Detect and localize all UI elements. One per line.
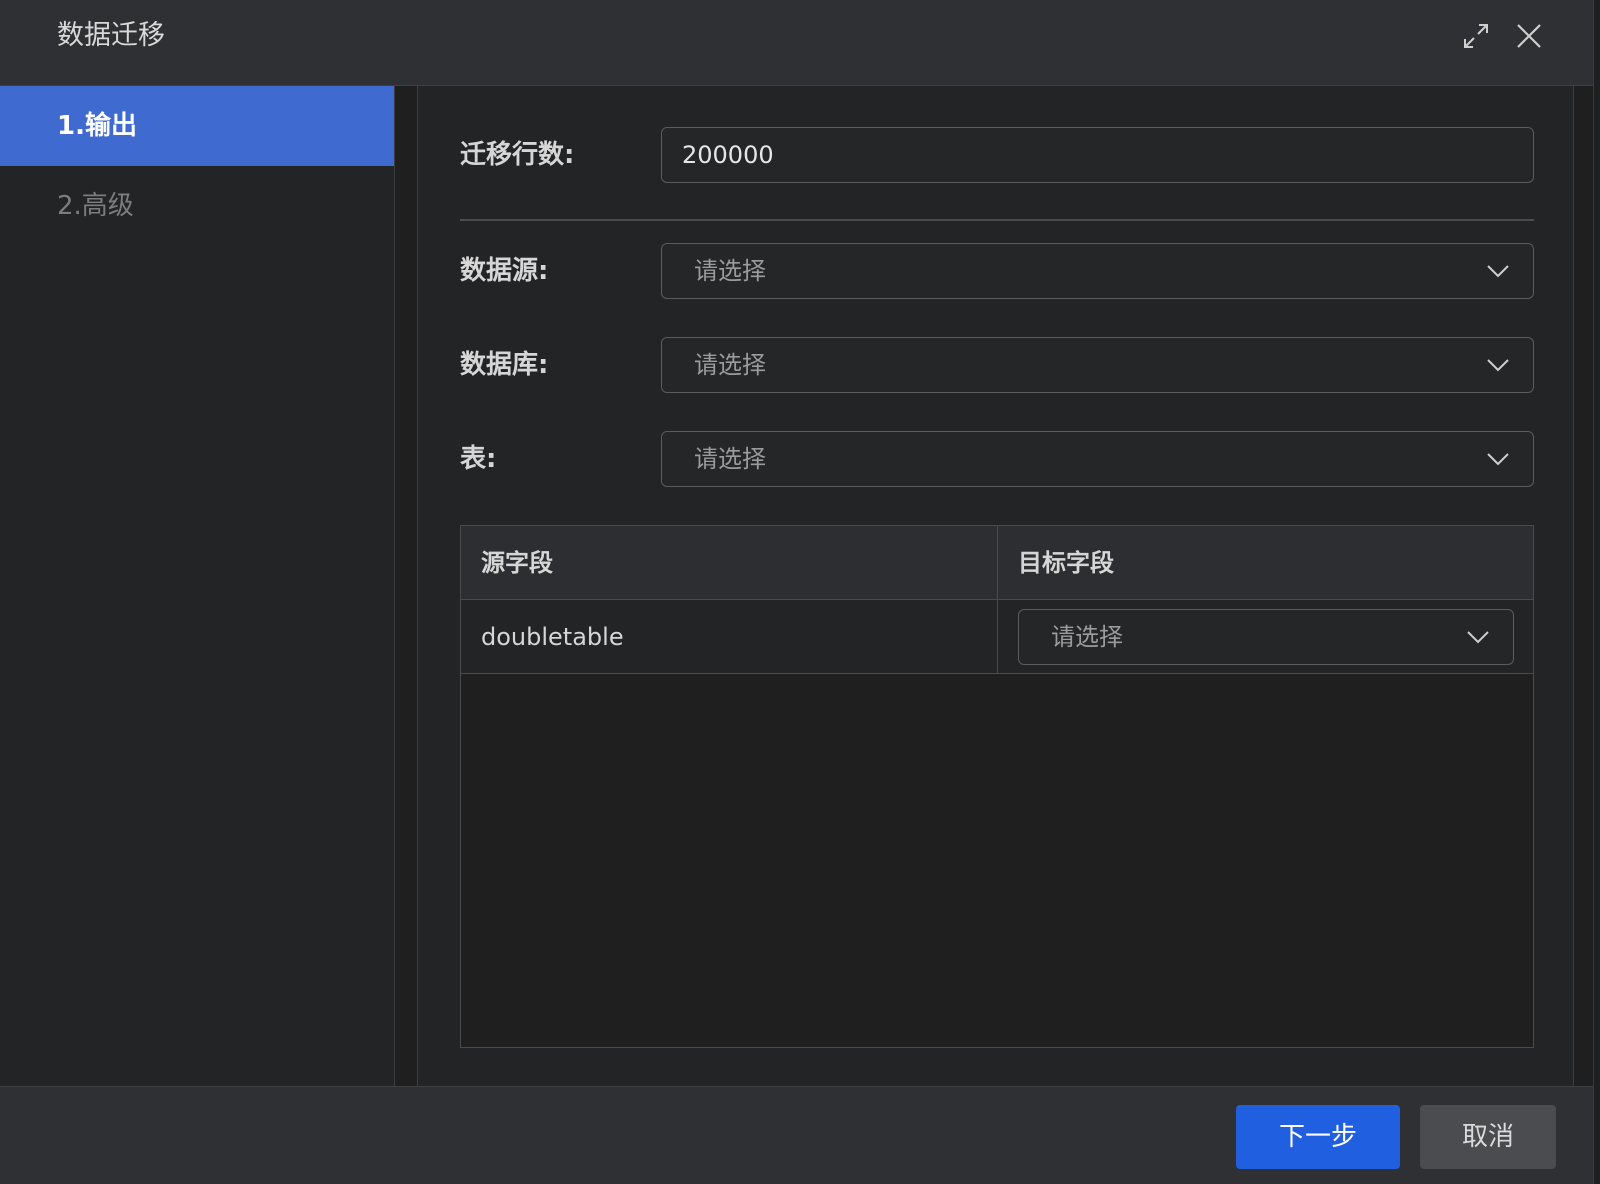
maximize-icon[interactable] (1461, 21, 1491, 51)
rows-count-row: 迁移行数: (460, 127, 1534, 183)
chevron-down-icon (1485, 258, 1511, 284)
rows-count-label: 迁移行数: (460, 140, 575, 170)
database-label: 数据库: (460, 350, 549, 380)
steps-sidebar: 1.输出 2.高级 (0, 86, 395, 1086)
data-migration-dialog: 数据迁移 1.输出 2.高级 迁移行数: 数据源: 请选择 (0, 0, 1594, 1184)
source-field-value: doubletable (481, 623, 624, 651)
rows-count-field (661, 127, 1534, 183)
chevron-down-icon (1485, 352, 1511, 378)
database-placeholder: 请选择 (694, 351, 766, 379)
datasource-select[interactable]: 请选择 (661, 243, 1534, 299)
step-advanced[interactable]: 2.高级 (0, 166, 394, 246)
table-placeholder: 请选择 (694, 445, 766, 473)
step-output[interactable]: 1.输出 (0, 86, 394, 166)
table-label: 表: (460, 444, 497, 474)
chevron-down-icon (1465, 624, 1491, 650)
header-target-field: 目标字段 (1018, 549, 1114, 577)
form-panel: 迁移行数: 数据源: 请选择 数据库: 请选择 (417, 86, 1574, 1086)
table-select[interactable]: 请选择 (661, 431, 1534, 487)
database-select[interactable]: 请选择 (661, 337, 1534, 393)
background-edge (1594, 0, 1600, 1184)
cancel-button[interactable]: 取消 (1420, 1105, 1556, 1169)
header-source-field: 源字段 (481, 549, 553, 577)
rows-count-input[interactable] (662, 128, 1533, 182)
target-field-placeholder: 请选择 (1051, 623, 1123, 651)
dialog-title: 数据迁移 (57, 20, 165, 51)
dialog-footer: 下一步 取消 (0, 1086, 1593, 1184)
chevron-down-icon (1485, 446, 1511, 472)
table-row-field: 表: 请选择 (460, 431, 1534, 487)
dialog-header: 数据迁移 (0, 0, 1593, 86)
datasource-row: 数据源: 请选择 (460, 243, 1534, 299)
close-icon[interactable] (1514, 21, 1544, 51)
datasource-placeholder: 请选择 (694, 257, 766, 285)
database-row: 数据库: 请选择 (460, 337, 1534, 393)
target-field-select[interactable]: 请选择 (1018, 609, 1514, 665)
form-divider (460, 219, 1534, 221)
next-step-button[interactable]: 下一步 (1236, 1105, 1400, 1169)
column-divider (997, 526, 998, 674)
datasource-label: 数据源: (460, 256, 549, 286)
field-mapping-table: 源字段 目标字段 doubletable 请选择 (460, 525, 1534, 1048)
